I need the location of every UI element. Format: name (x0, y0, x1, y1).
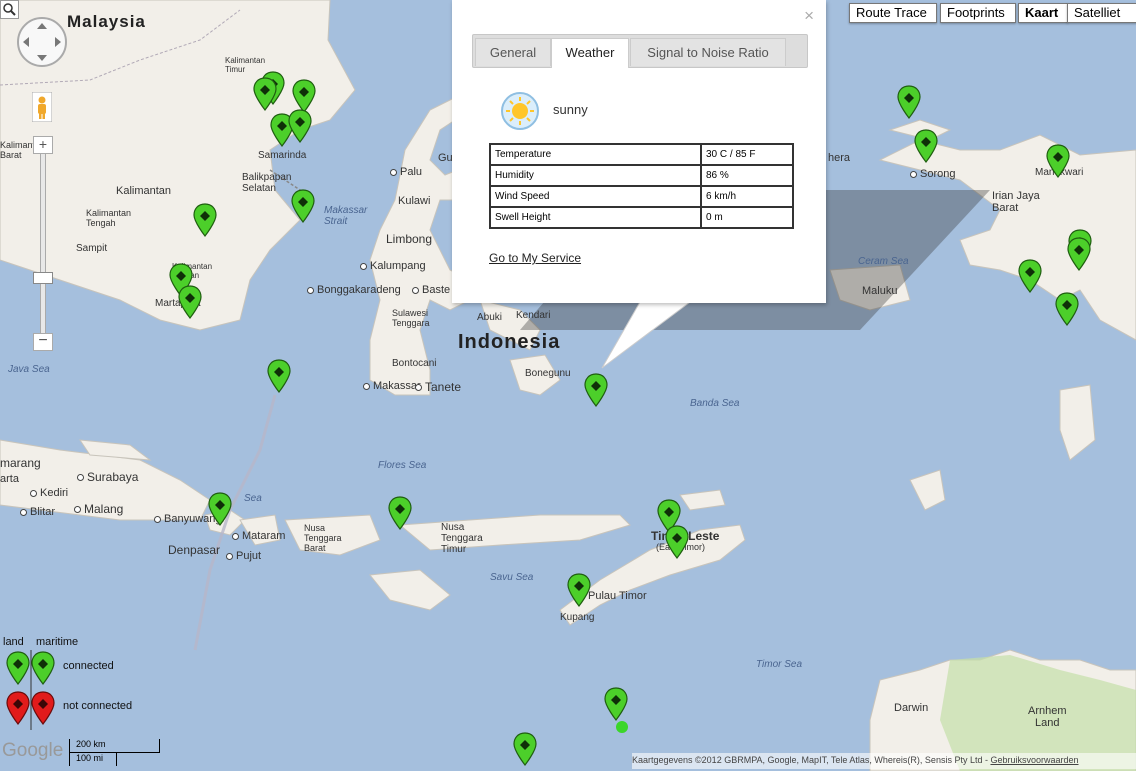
weather-table: Temperature 30 C / 85 F Humidity 86 % Wind… (489, 143, 794, 229)
attribution: Kaartgegevens ©2012 GBRMPA, Google, MapI… (632, 753, 1136, 769)
table-row: Wind Speed 6 km/h (489, 185, 794, 208)
weather-key: Humidity (489, 164, 702, 187)
weather-key: Swell Height (489, 206, 702, 229)
legend-land-disconnected-icon (6, 691, 30, 725)
weather-value: 0 m (700, 206, 794, 229)
weather-key: Temperature (489, 143, 702, 166)
sunny-icon (501, 92, 539, 130)
weather-value: 86 % (700, 164, 794, 187)
attribution-text: Kaartgegevens ©2012 GBRMPA, Google, MapI… (632, 755, 991, 765)
legend-land-label: land (3, 636, 24, 648)
legend-maritime-connected-icon (31, 651, 55, 685)
weather-value: 30 C / 85 F (700, 143, 794, 166)
legend-maritime-disconnected-icon (31, 691, 55, 725)
google-logo[interactable]: Google (2, 740, 63, 762)
table-row: Humidity 86 % (489, 164, 794, 187)
weather-key: Wind Speed (489, 185, 702, 208)
map-canvas[interactable]: Malaysia Indonesia Irian Jaya Barat Timo… (0, 0, 1136, 771)
terms-link[interactable]: Gebruiksvoorwaarden (990, 755, 1078, 765)
info-tabs: General Weather Signal to Noise Ratio (472, 34, 808, 68)
tab-general[interactable]: General (475, 38, 551, 66)
legend-markers (6, 650, 55, 730)
tab-weather[interactable]: Weather (551, 38, 629, 68)
legend-connected-label: connected (63, 660, 114, 672)
scale-mi: 100 mi (69, 753, 117, 766)
my-service-link[interactable]: Go to My Service (489, 251, 581, 265)
weather-state: sunny (553, 102, 588, 117)
table-row: Temperature 30 C / 85 F (489, 143, 794, 166)
close-icon[interactable]: × (804, 6, 814, 26)
legend-maritime-label: maritime (36, 636, 79, 648)
table-row: Swell Height 0 m (489, 206, 794, 229)
scale-km: 200 km (69, 739, 160, 753)
weather-value: 6 km/h (700, 185, 794, 208)
legend-not-connected-label: not connected (63, 700, 133, 712)
tab-signal-to-noise[interactable]: Signal to Noise Ratio (630, 38, 786, 66)
info-window: × General Weather Signal to Noise Ratio … (452, 0, 826, 303)
legend-land-connected-icon (6, 651, 30, 685)
